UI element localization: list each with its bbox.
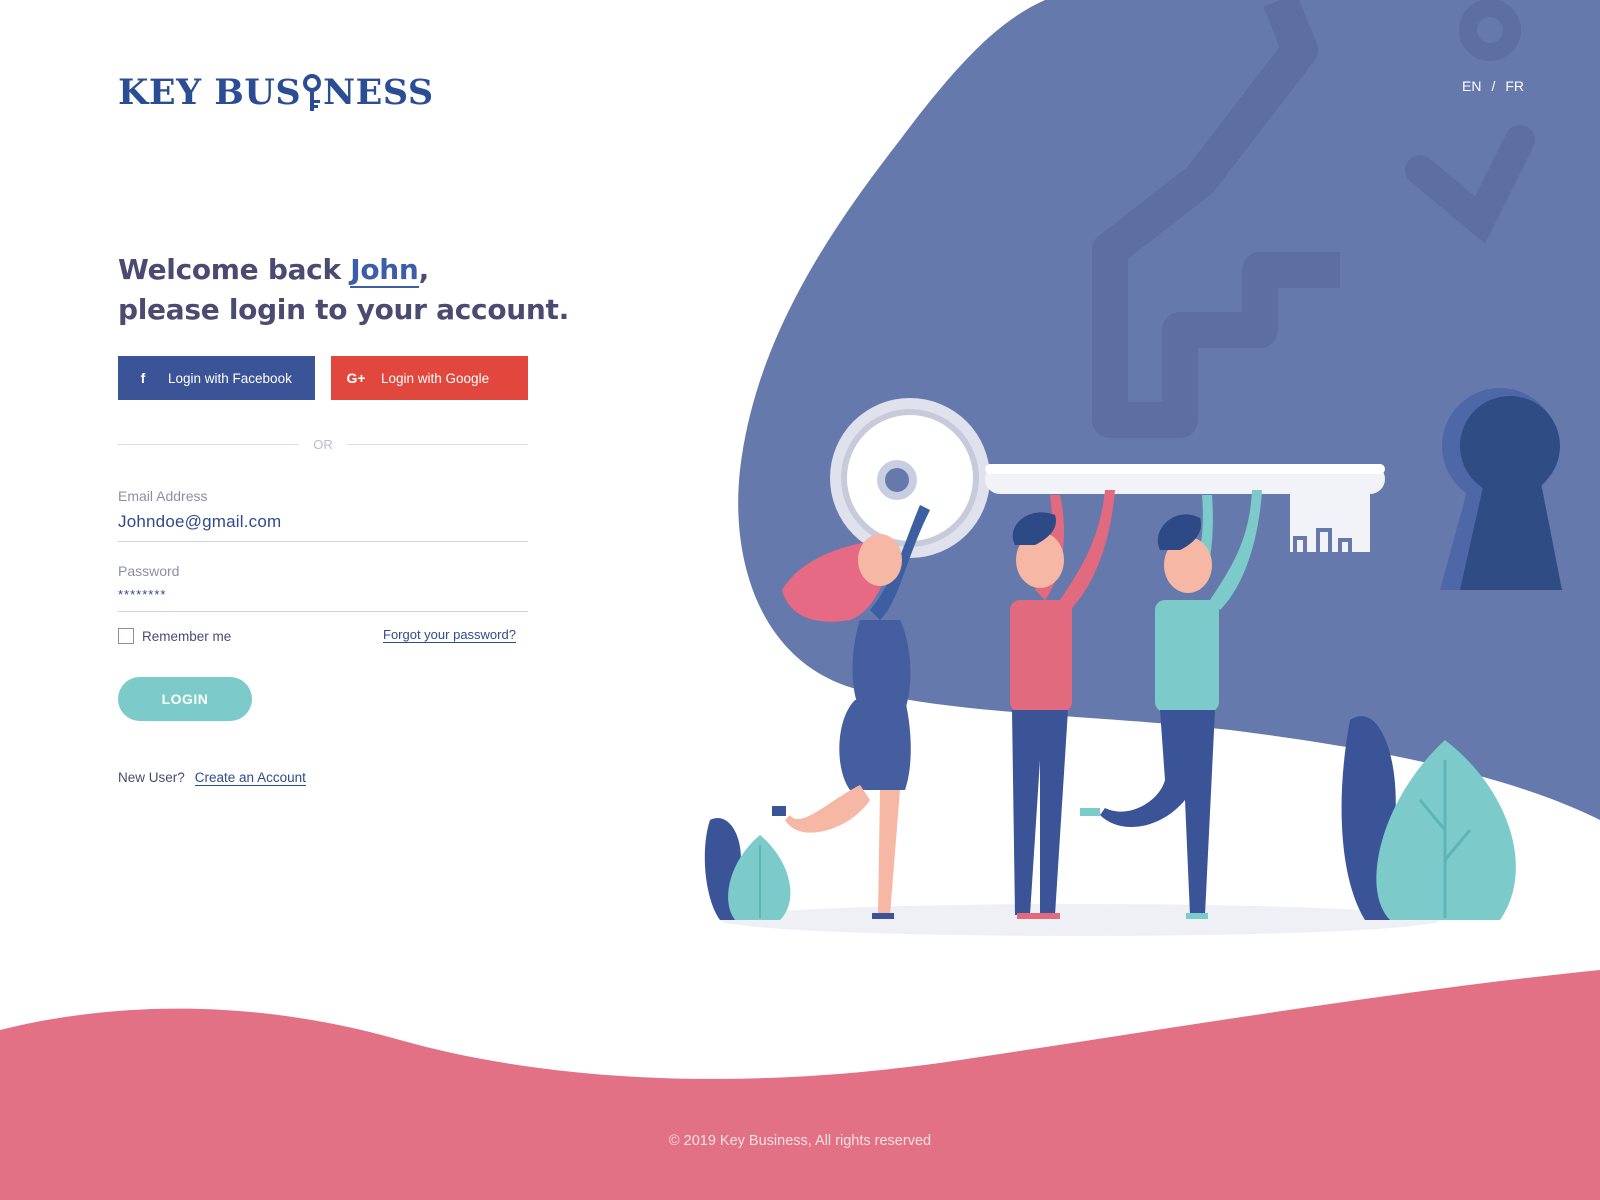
or-divider: OR [118,437,528,452]
password-input[interactable]: ******** [118,587,528,613]
google-label: Login with Google [381,370,490,386]
key-icon [303,74,322,111]
user-name: John [350,253,419,288]
welcome-line-2: please login to your account. [118,293,569,326]
brand-name-part1: KEY BUS [118,72,302,113]
login-facebook-button[interactable]: f Login with Facebook [118,356,315,400]
password-label: Password [118,563,180,579]
plant-left [704,818,791,920]
brand-name-part2: NESS [323,72,434,113]
password-field[interactable]: Password ******** [118,563,528,612]
login-google-button[interactable]: G+ Login with Google [331,356,528,400]
facebook-icon: f [140,370,146,386]
remember-label: Remember me [142,628,232,644]
pink-wave [0,970,1600,1200]
lang-option-fr[interactable]: FR [1505,78,1524,94]
lang-option-en[interactable]: EN [1462,78,1481,94]
footer-copyright: © 2019 Key Business, All rights reserved [668,1133,932,1149]
ground-shadow [720,904,1440,936]
google-plus-icon: G+ [346,370,366,386]
language-switch: EN / FR [1462,78,1524,94]
welcome-prefix: Welcome back [118,253,351,286]
forgot-password-link[interactable]: Forgot your password? [383,627,516,643]
facebook-label: Login with Facebook [168,370,292,386]
welcome-line-1: Welcome back John, [118,250,569,290]
email-field[interactable]: Email Address Johndoe@gmail.com [118,488,528,542]
email-label: Email Address [118,488,208,504]
remember-checkbox[interactable] [118,628,134,644]
email-input[interactable]: Johndoe@gmail.com [118,512,528,538]
signup-prompt: New User? Create an Account [118,770,306,786]
welcome-comma: , [418,253,430,286]
create-account-link[interactable]: Create an Account [194,770,306,786]
brand-logo[interactable]: KEY BUS NESS [118,72,434,114]
divider-line-right [346,444,528,445]
divider-label: OR [313,437,333,452]
new-user-label: New User? [118,770,185,785]
remember-me[interactable]: Remember me [118,628,231,644]
welcome-heading: Welcome back John, please login to your … [118,250,569,330]
divider-line-left [118,444,300,445]
login-button[interactable]: LOGIN [118,677,252,721]
lang-separator: / [1491,78,1496,94]
